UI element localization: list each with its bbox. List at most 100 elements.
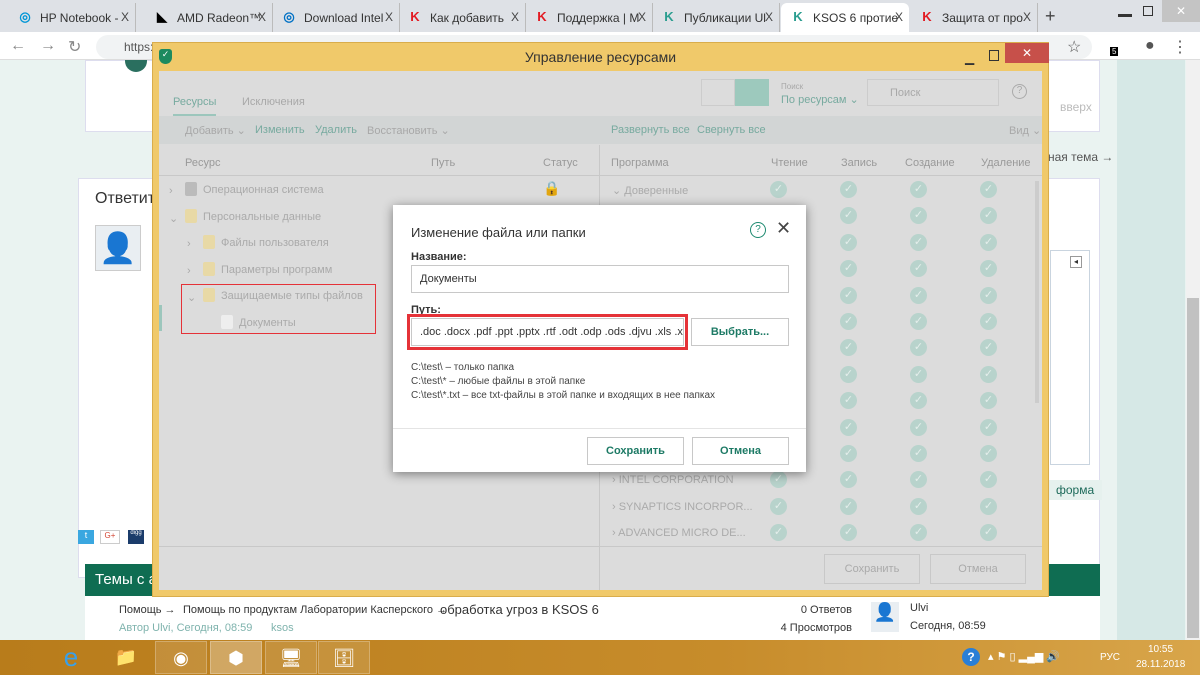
forward-icon[interactable]: →: [40, 37, 56, 55]
add-button[interactable]: Добавить ⌄: [185, 124, 246, 137]
dialog-close-icon[interactable]: ✕: [776, 218, 791, 239]
tab-close-icon[interactable]: X: [258, 10, 266, 24]
single-pane-view-button[interactable]: [701, 79, 735, 106]
breadcrumb-products[interactable]: Помощь по продуктам Лаборатории Касперск…: [183, 604, 447, 616]
language-indicator[interactable]: РУС: [1100, 652, 1120, 663]
col-create[interactable]: Создание: [905, 157, 955, 169]
clock-date[interactable]: 28.11.2018: [1136, 659, 1185, 670]
browser-tab[interactable]: K KSOS 6 протие X: [781, 3, 909, 32]
browser-tab[interactable]: K Поддержка | МX: [525, 3, 653, 32]
menu-icon[interactable]: ⋮: [1172, 37, 1188, 57]
dialog-help-icon[interactable]: ?: [750, 222, 766, 238]
search-input[interactable]: Поиск: [867, 79, 999, 106]
profile-icon[interactable]: ●: [1145, 37, 1155, 55]
editor-collapse-icon[interactable]: ◂: [1070, 256, 1082, 268]
browser-tab[interactable]: K Публикации Ul X: [652, 3, 780, 32]
check-icon: ✓: [910, 471, 927, 489]
topic-title[interactable]: обработка угроз в KSOS 6: [440, 602, 599, 617]
tab-close-icon[interactable]: X: [1023, 10, 1031, 24]
col-write[interactable]: Запись: [841, 157, 877, 169]
col-status[interactable]: Статус: [543, 157, 578, 169]
google-plus-icon[interactable]: G+: [100, 530, 120, 544]
tab-close-icon[interactable]: X: [511, 10, 519, 24]
browser-tab[interactable]: ◎ HP Notebook -X: [8, 3, 136, 32]
kaspersky-app-icon[interactable]: ⬢: [210, 641, 262, 674]
browse-button[interactable]: Выбрать...: [691, 318, 789, 346]
name-label: Название:: [411, 251, 467, 263]
new-tab-button[interactable]: +: [1045, 6, 1056, 27]
installer-app-icon[interactable]: 🗄: [318, 641, 370, 674]
program-row[interactable]: › INTEL CORPORATION ✓ ✓ ✓ ✓: [600, 469, 1030, 495]
col-path[interactable]: Путь: [431, 157, 455, 169]
program-row[interactable]: › SYNAPTICS INCORPOR... ✓ ✓ ✓ ✓: [600, 496, 1030, 522]
network-app-icon[interactable]: 🖥: [265, 641, 317, 674]
go-top-link[interactable]: вверх: [1060, 100, 1092, 114]
minimize-button[interactable]: [1118, 14, 1132, 17]
tab-close-icon[interactable]: X: [895, 10, 903, 24]
back-icon[interactable]: ←: [10, 37, 26, 55]
ie-icon[interactable]: e: [45, 641, 97, 674]
search-scope-dropdown[interactable]: По ресурсам ⌄: [781, 93, 859, 106]
col-read[interactable]: Чтение: [771, 157, 808, 169]
browser-tab[interactable]: K Защита от про X: [910, 3, 1038, 32]
help-icon[interactable]: ?: [1012, 84, 1027, 99]
name-input[interactable]: Документы: [411, 265, 789, 293]
program-row[interactable]: › ADVANCED MICRO DE... ✓ ✓ ✓ ✓: [600, 522, 1030, 548]
restore-button[interactable]: Восстановить ⌄: [367, 124, 450, 137]
expand-all-button[interactable]: Развернуть все: [611, 124, 690, 136]
tab-resources[interactable]: Ресурсы: [173, 96, 217, 116]
tab-close-icon[interactable]: X: [121, 10, 129, 24]
window-title: Управление ресурсами: [524, 49, 677, 65]
help-tray-icon[interactable]: ?: [962, 648, 980, 666]
tab-close-icon[interactable]: X: [638, 10, 646, 24]
k-minimize-button[interactable]: ▁: [965, 51, 974, 65]
tab-close-icon[interactable]: X: [765, 10, 773, 24]
view-dropdown[interactable]: Вид ⌄: [1009, 124, 1041, 137]
col-resource[interactable]: Ресурс: [185, 157, 220, 169]
k-maximize-button[interactable]: [989, 50, 999, 61]
tab-exclusions[interactable]: Исключения: [242, 96, 305, 108]
browser-tab[interactable]: ◎ Download Intel X: [272, 3, 400, 32]
window-save-button[interactable]: Сохранить: [824, 554, 920, 584]
browser-tab[interactable]: ◣ AMD Radeon™ X: [145, 3, 273, 32]
tab-label: Download Intel: [304, 11, 384, 25]
chrome-icon[interactable]: ◉: [155, 641, 207, 674]
chevron-right-icon[interactable]: ›: [169, 185, 173, 197]
clock-time[interactable]: 10:55: [1148, 644, 1173, 655]
list-scrollbar[interactable]: [1035, 181, 1039, 403]
program-row[interactable]: ⌄ Доверенные ✓ ✓ ✓ ✓: [600, 179, 1030, 205]
split-view-button[interactable]: [735, 79, 769, 106]
chevron-down-icon[interactable]: ⌄: [169, 212, 178, 225]
next-topic-link[interactable]: ная тема →: [1048, 150, 1113, 164]
tray-icons[interactable]: ▴ ⚑ ▯ ▂▄▆ 🔊: [988, 650, 1060, 663]
chevron-right-icon[interactable]: ›: [187, 238, 191, 250]
close-window-button[interactable]: ✕: [1162, 0, 1200, 22]
browser-tab[interactable]: K Как добавить X: [398, 3, 526, 32]
twitter-icon[interactable]: t: [78, 530, 94, 544]
last-poster[interactable]: Ulvi: [910, 602, 928, 614]
edit-button[interactable]: Изменить: [255, 124, 305, 136]
page-scrollbar[interactable]: [1186, 60, 1200, 640]
delete-button[interactable]: Удалить: [315, 124, 357, 136]
dialog-save-button[interactable]: Сохранить: [587, 437, 684, 465]
topic-tag[interactable]: ksos: [271, 622, 294, 634]
k-close-button[interactable]: ✕: [1005, 43, 1049, 63]
extension-badge[interactable]: 5: [1110, 47, 1119, 56]
dialog-cancel-button[interactable]: Отмена: [692, 437, 789, 465]
editor-area[interactable]: [1050, 250, 1090, 465]
path-input[interactable]: .doc .docx .pdf .ppt .pptx .rtf .odt .od…: [411, 318, 684, 346]
tab-close-icon[interactable]: X: [385, 10, 393, 24]
col-program[interactable]: Программа: [611, 157, 669, 169]
check-icon: ✓: [980, 524, 997, 542]
bookmark-star-icon[interactable]: ☆: [1067, 37, 1081, 57]
chevron-right-icon[interactable]: ›: [187, 265, 191, 277]
explorer-icon[interactable]: 📁: [100, 641, 152, 674]
reload-icon[interactable]: ↻: [68, 37, 81, 57]
window-cancel-button[interactable]: Отмена: [930, 554, 1026, 584]
col-delete[interactable]: Удаление: [981, 157, 1031, 169]
digg-icon[interactable]: digg: [128, 530, 144, 544]
full-form-button[interactable]: форма: [1048, 480, 1103, 500]
collapse-all-button[interactable]: Свернуть все: [697, 124, 766, 136]
restore-button[interactable]: [1143, 6, 1153, 16]
breadcrumb-help[interactable]: Помощь →: [119, 604, 176, 616]
